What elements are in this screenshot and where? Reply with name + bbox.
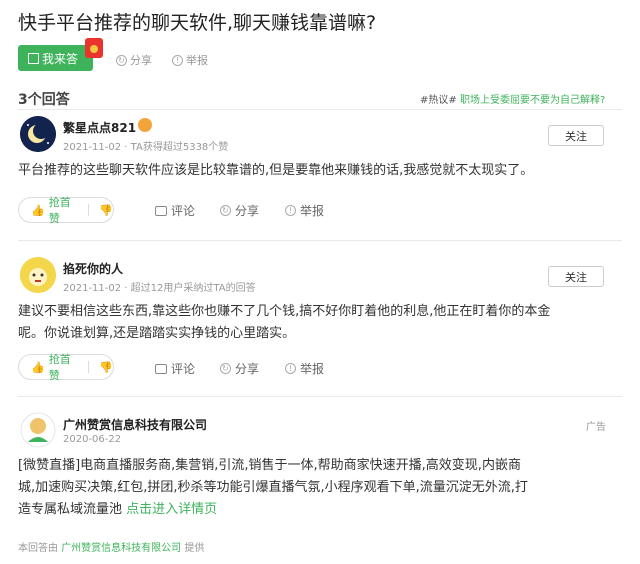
author-name[interactable]: 掐死你的人 (63, 260, 123, 277)
report-icon: ! (285, 363, 296, 374)
comment-button[interactable]: 评论 (155, 202, 195, 219)
divider (18, 396, 622, 397)
follow-button[interactable]: 关注 (548, 125, 604, 146)
answer-meta: 2021-11-02 · 超过12用户采纳过TA的回答 (63, 283, 256, 294)
vote-label: 抢首赞 (48, 196, 71, 225)
answer-button-label: 我来答 (42, 51, 79, 66)
ad-content: [微赞直播]电商直播服务商,集营销,引流,销售于一体,帮助商家快速开播,高效变现… (18, 458, 528, 517)
divider (18, 240, 622, 241)
comment-icon (155, 205, 167, 216)
ad-detail-link[interactable]: 点击进入详情页 (126, 502, 217, 517)
report-icon: ! (285, 205, 296, 216)
question-title: 快手平台推荐的聊天软件,聊天赚钱靠谱嘛? (18, 12, 377, 34)
company-logo[interactable] (20, 412, 56, 448)
thumbs-down-icon[interactable]: 👎 (99, 361, 113, 374)
hot-topic[interactable]: #热议# 职场上受委屈要不要为自己解释? (420, 91, 605, 106)
answer-button[interactable]: 我来答 (18, 45, 93, 71)
divider (88, 204, 90, 216)
company-logo-icon (20, 412, 56, 448)
report-button[interactable]: ! 举报 (285, 202, 324, 219)
question-share-link[interactable]: ↻ 分享 (116, 52, 152, 68)
vote-label: 抢首赞 (48, 353, 71, 382)
divider (88, 361, 90, 373)
avatar[interactable] (20, 257, 56, 293)
cartoon-avatar-icon (20, 257, 56, 293)
vote-widget[interactable]: 👍 抢首赞 👎 (18, 353, 114, 382)
thumbs-up-icon: 👍 (31, 360, 45, 374)
share-icon: ↻ (220, 363, 231, 374)
thumbs-down-icon[interactable]: 👎 (99, 204, 113, 217)
answer-content: 建议不要相信这些东西,靠这些你也赚不了几个钱,搞不好你盯着他的利息,他正在盯着你… (18, 304, 551, 341)
answer-content: 平台推荐的这些聊天软件应该是比较靠谱的,但是要靠他来赚钱的话,我感觉就不太现实了… (18, 163, 534, 178)
report-button[interactable]: ! 举报 (285, 360, 324, 377)
ad-tag: 广告 (586, 422, 606, 433)
author-name[interactable]: 繁星点点821 (63, 119, 136, 136)
report-icon: ! (172, 54, 183, 66)
comment-icon (155, 363, 167, 374)
share-button[interactable]: ↻ 分享 (220, 360, 259, 377)
thumbs-up-icon: 👍 (31, 203, 45, 217)
ad-date: 2020-06-22 (63, 434, 122, 445)
question-report-link[interactable]: ! 举报 (172, 52, 208, 68)
level-badge-icon (138, 118, 152, 132)
avatar[interactable] (20, 116, 56, 152)
follow-button[interactable]: 关注 (548, 266, 604, 287)
answer-provider-note: 本回答由 广州赞赏信息科技有限公司 提供 (18, 543, 205, 554)
divider (18, 109, 622, 110)
edit-icon (28, 52, 39, 64)
moon-icon (20, 116, 56, 152)
comment-button[interactable]: 评论 (155, 360, 195, 377)
advertiser-name[interactable]: 广州赞赏信息科技有限公司 (63, 416, 207, 433)
hot-tag-label: #热议# (420, 95, 457, 106)
red-packet-icon (85, 38, 103, 58)
vote-widget[interactable]: 👍 抢首赞 👎 (18, 196, 114, 225)
answer-meta: 2021-11-02 · TA获得超过5338个赞 (63, 142, 229, 153)
provider-link[interactable]: 广州赞赏信息科技有限公司 (61, 543, 181, 554)
hot-question-link[interactable]: 职场上受委屈要不要为自己解释? (460, 95, 605, 106)
share-icon: ↻ (116, 54, 127, 66)
share-button[interactable]: ↻ 分享 (220, 202, 259, 219)
answer-count: 3个回答 (18, 92, 70, 108)
share-icon: ↻ (220, 205, 231, 216)
